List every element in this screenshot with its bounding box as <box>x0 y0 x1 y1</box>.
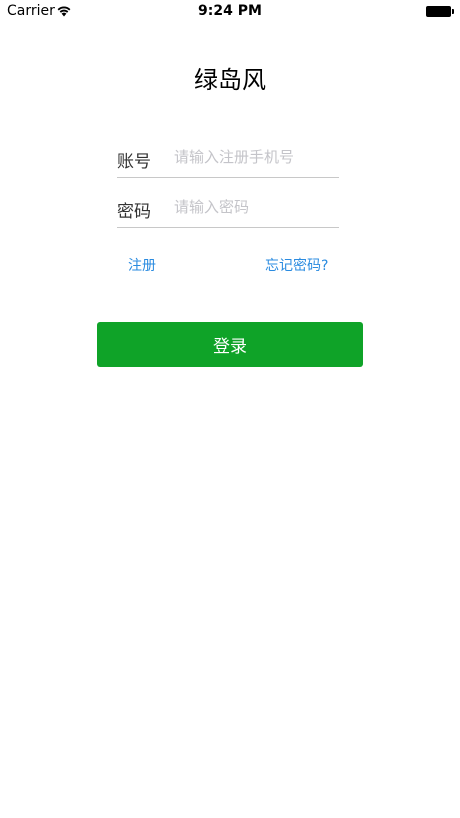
login-screen: Carrier 9:24 PM 绿岛风 账号 密码 注册 忘记密码? 登录 <box>0 0 460 818</box>
status-time: 9:24 PM <box>198 3 262 19</box>
password-input[interactable] <box>174 194 339 220</box>
page-title: 绿岛风 <box>194 66 266 94</box>
account-label: 账号 <box>117 152 151 172</box>
password-label: 密码 <box>117 202 151 222</box>
register-link[interactable]: 注册 <box>128 255 156 275</box>
battery-icon <box>426 6 454 17</box>
account-input[interactable] <box>174 144 339 170</box>
forgot-password-link[interactable]: 忘记密码? <box>265 255 328 275</box>
login-button[interactable]: 登录 <box>97 322 363 367</box>
password-row: 密码 <box>117 178 339 228</box>
account-row: 账号 <box>117 128 339 178</box>
status-bar: Carrier 9:24 PM <box>0 0 460 24</box>
